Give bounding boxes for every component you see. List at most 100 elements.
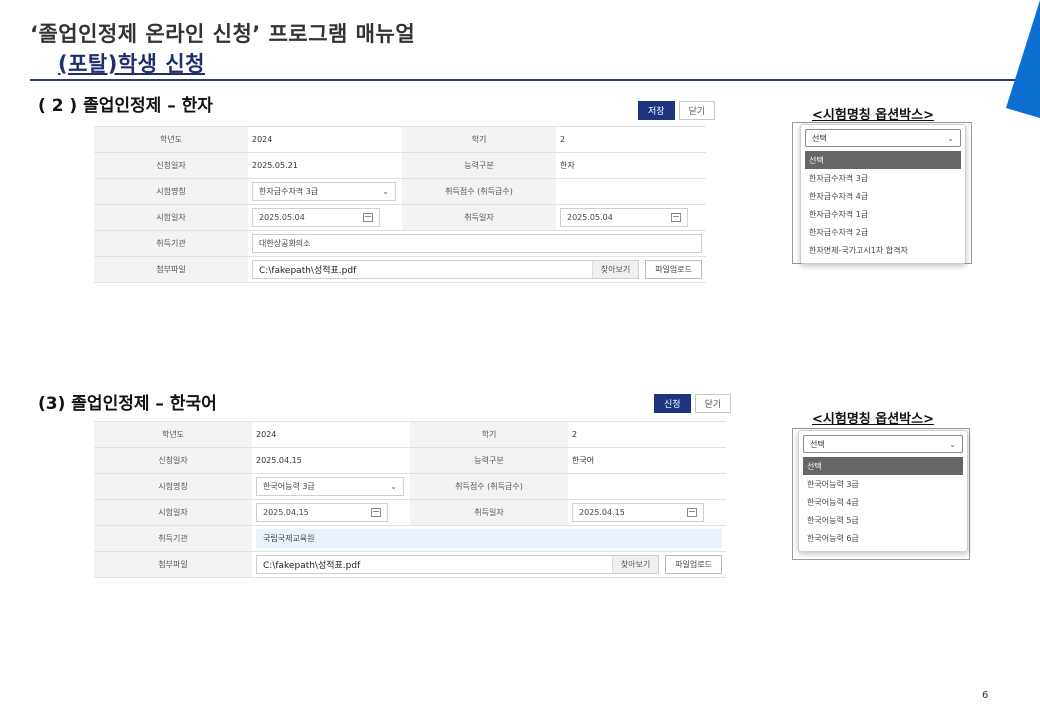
exam-name-label: 시험명칭 xyxy=(94,473,252,500)
semester-value: 2 xyxy=(568,421,726,448)
hanja-form-table: 학년도 2024 학기 2 신청일자 2025.05.21 능력구분 한자 시험… xyxy=(94,126,706,283)
browse-button[interactable]: 찾아보기 xyxy=(591,261,639,278)
apply-date-label: 신청일자 xyxy=(94,447,252,474)
exam-date-field[interactable]: 2025.04.15 xyxy=(256,503,388,522)
file-path-value: C:\fakepath\성적표.pdf xyxy=(259,266,357,276)
options-select[interactable]: 선택 ⌄ xyxy=(805,129,961,147)
org-value: 국립국제교육원 xyxy=(263,534,315,543)
semester-label: 학기 xyxy=(410,421,568,448)
exam-date-value: 2025.04.15 xyxy=(263,508,309,517)
apply-date-value: 2025.04.15 xyxy=(252,447,410,474)
ability-label: 능력구분 xyxy=(402,152,556,179)
header-divider xyxy=(30,79,1020,81)
options-select-value: 선택 xyxy=(810,439,825,449)
option-item[interactable]: 한자급수자격 1급 xyxy=(805,205,961,223)
acquire-date-field[interactable]: 2025.04.15 xyxy=(572,503,704,522)
chevron-down-icon: ⌄ xyxy=(390,482,397,491)
exam-name-select[interactable]: 한국어능력 3급 ⌄ xyxy=(256,477,404,496)
exam-date-label: 시험일자 xyxy=(94,204,248,231)
apply-date-value: 2025.05.21 xyxy=(248,152,402,179)
ability-label: 능력구분 xyxy=(410,447,568,474)
option-item[interactable]: 한자급수자격 3급 xyxy=(805,169,961,187)
file-upload-row: C:\fakepath\성적표.pdf 찾아보기 파일업로드 xyxy=(252,260,702,279)
form-row: 시험일자 2025.05.04 취득일자 2025.05.04 xyxy=(94,204,706,231)
file-label: 첨부파일 xyxy=(94,256,248,283)
option-item[interactable]: 한국어능력 5급 xyxy=(803,511,963,529)
form-row: 신청일자 2025.05.21 능력구분 한자 xyxy=(94,152,706,179)
apply-button[interactable]: 신청 xyxy=(654,394,691,413)
acquire-date-label: 취득일자 xyxy=(410,499,568,526)
section-heading-hanja: ( 2 ) 졸업인정제 – 한자 xyxy=(38,96,213,116)
year-label: 학년도 xyxy=(94,126,248,153)
exam-name-options-dropdown: 선택 ⌄ 선택 한자급수자격 3급 한자급수자격 4급 한자급수자격 1급 한자… xyxy=(800,124,966,264)
chevron-down-icon: ⌄ xyxy=(947,133,954,143)
close-button[interactable]: 닫기 xyxy=(694,394,732,413)
semester-value: 2 xyxy=(556,126,706,153)
section-heading-korean: (3) 졸업인정제 – 한국어 xyxy=(38,394,217,414)
exam-date-field[interactable]: 2025.05.04 xyxy=(252,208,380,227)
save-button[interactable]: 저장 xyxy=(638,101,675,120)
file-input[interactable]: C:\fakepath\성적표.pdf 찾아보기 xyxy=(256,555,660,574)
upload-button[interactable]: 파일업로드 xyxy=(645,260,702,279)
exam-date-value: 2025.05.04 xyxy=(259,213,305,222)
corner-accent-shape xyxy=(1006,0,1040,118)
option-item[interactable]: 한국어능력 4급 xyxy=(803,493,963,511)
year-value: 2024 xyxy=(252,421,410,448)
score-label: 취득점수 (취득급수) xyxy=(402,178,556,205)
exam-name-select[interactable]: 한자급수자격 3급 ⌄ xyxy=(252,182,396,201)
acquire-date-value: 2025.05.04 xyxy=(567,213,613,222)
korean-form-table: 학년도 2024 학기 2 신청일자 2025.04.15 능력구분 한국어 시… xyxy=(94,421,726,578)
options-select-value: 선택 xyxy=(812,133,827,143)
org-field[interactable]: 국립국제교육원 xyxy=(256,529,722,548)
korean-action-buttons: 신청 닫기 xyxy=(654,394,732,413)
form-row: 첨부파일 C:\fakepath\성적표.pdf 찾아보기 파일업로드 xyxy=(94,256,706,283)
option-item[interactable]: 한국어능력 6급 xyxy=(803,529,963,547)
options-select[interactable]: 선택 ⌄ xyxy=(803,435,963,453)
org-field[interactable]: 대한상공회의소 xyxy=(252,234,702,253)
form-row: 학년도 2024 학기 2 xyxy=(94,421,726,448)
document-title: ‘졸업인정제 온라인 신청’ 프로그램 매뉴얼 xyxy=(30,22,416,46)
exam-name-select-value: 한국어능력 3급 xyxy=(263,482,315,491)
chevron-down-icon: ⌄ xyxy=(382,187,389,196)
option-item[interactable]: 한자급수자격 4급 xyxy=(805,187,961,205)
close-button[interactable]: 닫기 xyxy=(678,101,716,120)
acquire-date-value: 2025.04.15 xyxy=(579,508,625,517)
option-item[interactable]: 한자급수자격 2급 xyxy=(805,223,961,241)
exam-name-label: 시험명칭 xyxy=(94,178,248,205)
form-row: 취득기관 국립국제교육원 xyxy=(94,525,726,552)
year-label: 학년도 xyxy=(94,421,252,448)
exam-name-select-value: 한자급수자격 3급 xyxy=(259,187,319,196)
calendar-icon[interactable] xyxy=(371,508,381,517)
option-item[interactable]: 한자면제-국가고시1차 합격자 xyxy=(805,241,961,259)
page-number: 6 xyxy=(982,690,989,701)
exam-name-options-dropdown: 선택 ⌄ 선택 한국어능력 3급 한국어능력 4급 한국어능력 5급 한국어능력… xyxy=(798,430,968,552)
option-item[interactable]: 한국어능력 3급 xyxy=(803,475,963,493)
org-value: 대한상공회의소 xyxy=(259,239,311,248)
form-row: 취득기관 대한상공회의소 xyxy=(94,230,706,257)
score-value[interactable] xyxy=(556,178,706,205)
form-row: 학년도 2024 학기 2 xyxy=(94,126,706,153)
ability-value: 한자 xyxy=(556,152,706,179)
file-upload-row: C:\fakepath\성적표.pdf 찾아보기 파일업로드 xyxy=(256,555,722,574)
exam-date-label: 시험일자 xyxy=(94,499,252,526)
calendar-icon[interactable] xyxy=(687,508,697,517)
option-item[interactable]: 선택 xyxy=(805,151,961,169)
semester-label: 학기 xyxy=(402,126,556,153)
document-subtitle: (포탈)학생 신청 xyxy=(58,52,205,76)
org-label: 취득기관 xyxy=(94,525,252,552)
browse-button[interactable]: 찾아보기 xyxy=(611,556,659,573)
form-row: 신청일자 2025.04.15 능력구분 한국어 xyxy=(94,447,726,474)
calendar-icon[interactable] xyxy=(363,213,373,222)
score-label: 취득점수 (취득급수) xyxy=(410,473,568,500)
option-item[interactable]: 선택 xyxy=(803,457,963,475)
score-value[interactable] xyxy=(568,473,726,500)
hanja-action-buttons: 저장 닫기 xyxy=(638,101,716,120)
form-row: 첨부파일 C:\fakepath\성적표.pdf 찾아보기 파일업로드 xyxy=(94,551,726,578)
upload-button[interactable]: 파일업로드 xyxy=(665,555,722,574)
form-row: 시험일자 2025.04.15 취득일자 2025.04.15 xyxy=(94,499,726,526)
file-input[interactable]: C:\fakepath\성적표.pdf 찾아보기 xyxy=(252,260,640,279)
form-row: 시험명칭 한국어능력 3급 ⌄ 취득점수 (취득급수) xyxy=(94,473,726,500)
chevron-down-icon: ⌄ xyxy=(949,439,956,449)
calendar-icon[interactable] xyxy=(671,213,681,222)
acquire-date-field[interactable]: 2025.05.04 xyxy=(560,208,688,227)
